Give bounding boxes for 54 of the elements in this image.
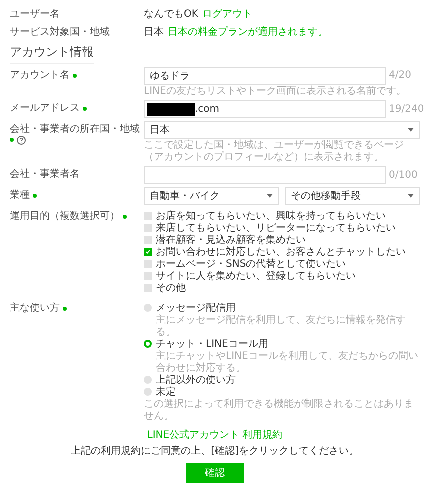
input-field[interactable] (144, 166, 386, 184)
hint-text: ここで設定した国・地域は、ユーザーが閲覧できるページ（アカウントのプロフィールなど）に表示されます。 (144, 140, 405, 164)
plan-note: 日本の料金プランが適用されます。 (168, 26, 328, 38)
field-label: 主な使い方 (10, 303, 60, 315)
option-label: ホームページ・SNSの代替として使いたい (156, 258, 346, 270)
field-label: 業種 (10, 190, 30, 202)
radio-button[interactable] (144, 340, 152, 348)
field-label: アカウント名 (10, 70, 70, 82)
checkbox[interactable] (144, 248, 152, 256)
char-counter: 0/100 (388, 170, 419, 182)
checkbox[interactable] (144, 272, 152, 280)
help-icon[interactable] (17, 136, 26, 145)
radio-button[interactable] (144, 376, 152, 384)
region-value: 日本 (144, 26, 164, 38)
option-label: お問い合わせに対応したい、お客さんとチャットしたい (156, 246, 406, 258)
field-label: 運用目的（複数選択可） (10, 211, 120, 223)
option-label: 来店してもらいたい、リピーターになってもらいたい (156, 222, 396, 234)
field-label: メールアドレス (10, 103, 80, 115)
option-label: 未定 (156, 386, 176, 398)
hint-text: 主にメッセージ配信を利用して、友だちに情報を発信する。 (155, 315, 407, 338)
field-label: サービス対象国・地域 (10, 26, 110, 38)
field-label: ユーザー名 (10, 9, 60, 20)
field-label: 会社・事業者の所在国・地域 (10, 124, 140, 136)
caret-icon (408, 128, 414, 132)
hint-text: この選択によって利用できる機能が制限されることはありません。 (144, 399, 415, 422)
hint-text: 主にチャットやLINEコールを利用して、友だちからの問い合わせに対応する。 (155, 351, 420, 374)
input-field[interactable]: .com (144, 100, 386, 118)
checkbox[interactable] (144, 224, 152, 232)
caret-icon (408, 194, 414, 198)
field-label: 会社・事業者名 (10, 169, 80, 181)
section-title: アカウント情報 (10, 46, 94, 64)
input-field[interactable]: ゆるドラ (144, 66, 386, 85)
radio-button[interactable] (144, 388, 152, 396)
select-field[interactable]: 自動車・バイク (144, 187, 279, 206)
option-label: 潜在顧客・見込み顧客を集めたい (156, 234, 306, 246)
option-label: サイトに人を集めたい、登録してもらいたい (156, 270, 356, 282)
caret-icon (267, 194, 273, 198)
checkbox[interactable] (144, 284, 152, 292)
option-label: お店を知ってもらいたい、興味を持ってもらいたい (156, 210, 386, 222)
hint-text: LINEの友だちリストやトーク画面に表示される名前です。 (144, 86, 408, 98)
checkbox[interactable] (144, 260, 152, 268)
option-label: 上記以外の使い方 (156, 374, 236, 386)
option-label: メッセージ配信用 (156, 302, 236, 314)
checkbox[interactable] (144, 212, 152, 220)
radio-button[interactable] (144, 304, 152, 312)
select-field[interactable]: 日本 (144, 121, 420, 140)
checkbox[interactable] (144, 236, 152, 244)
user-name: なんでもOK (144, 9, 198, 20)
agreement-text: 上記の利用規約にご同意の上、[確認]をクリックしてください。 (71, 446, 359, 458)
select-field[interactable]: その他移動手段 (285, 187, 420, 206)
option-label: その他 (156, 282, 186, 294)
char-counter: 4/20 (388, 70, 412, 82)
option-label: チャット・LINEコール用 (156, 338, 268, 350)
redaction-block (147, 102, 195, 116)
